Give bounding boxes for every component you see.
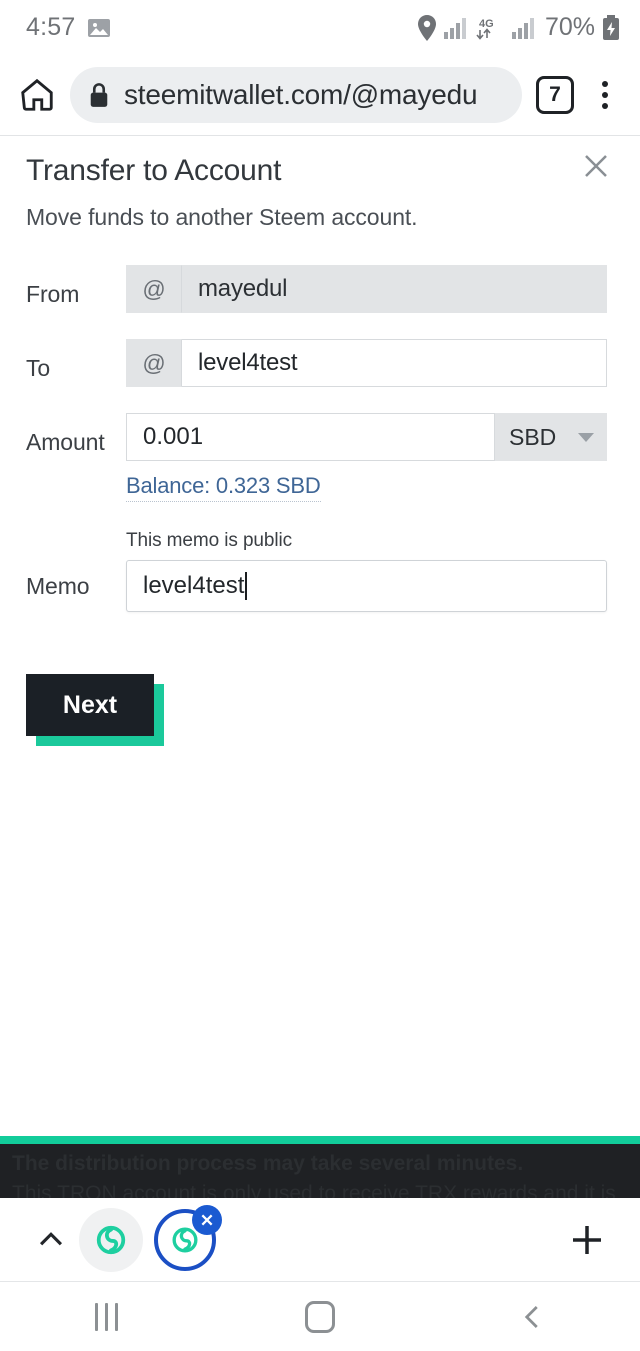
image-icon [87, 16, 111, 40]
tab-count-button[interactable]: 7 [536, 76, 574, 114]
svg-text:4G: 4G [479, 18, 494, 30]
currency-select[interactable]: SBD [495, 413, 607, 461]
from-at-prefix: @ [126, 265, 182, 313]
to-control: @ level4test [126, 339, 607, 387]
next-button[interactable]: Next [26, 674, 154, 736]
text-cursor [245, 572, 248, 600]
amount-input[interactable]: 0.001 [126, 413, 495, 461]
browser-toolbar: steemitwallet.com/@mayedu 7 [0, 55, 640, 135]
memo-row: Memo level4test [0, 560, 640, 612]
kebab-menu-icon[interactable] [588, 81, 622, 109]
home-square-icon[interactable] [275, 1287, 365, 1347]
location-pin-icon [417, 14, 437, 41]
steemit-logo-icon [96, 1225, 126, 1254]
amount-label: Amount [26, 429, 105, 455]
page-title: Transfer to Account [26, 154, 282, 187]
memo-label: Memo [26, 572, 90, 599]
lock-icon [88, 82, 110, 108]
tron-notice-banner: The distribution process may take severa… [0, 1136, 640, 1198]
url-text: steemitwallet.com/@mayedu [124, 79, 478, 110]
page-content: Transfer to Account Move funds to anothe… [0, 136, 640, 1136]
back-chevron-icon[interactable] [488, 1287, 578, 1347]
to-at-prefix: @ [126, 339, 182, 387]
memo-input: level4test [143, 572, 245, 599]
chevron-up-icon[interactable] [28, 1223, 74, 1257]
battery-charging-icon [602, 14, 620, 41]
tab-count-label: 7 [549, 83, 561, 106]
tron-notice-line1: The distribution process may take severa… [12, 1152, 524, 1175]
to-input-group: @ level4test [126, 339, 607, 387]
to-row: To @ level4test [0, 339, 640, 387]
memo-input-wrapper[interactable]: level4test [126, 560, 607, 612]
recents-icon[interactable] [62, 1287, 152, 1347]
balance-link[interactable]: Balance: 0.323 SBD [126, 473, 321, 502]
home-icon[interactable] [18, 76, 56, 114]
amount-control: 0.001 SBD Balance: 0.323 SBD [126, 413, 607, 502]
signal-bars-icon [443, 17, 468, 39]
data-transfer-icon: 4G [475, 16, 505, 40]
signal-bars-2-icon [511, 17, 536, 39]
from-label: From [26, 281, 80, 307]
close-badge-icon[interactable] [192, 1204, 222, 1235]
currency-value: SBD [509, 423, 557, 450]
amount-input-group: 0.001 SBD [126, 413, 607, 461]
page-subtitle: Move funds to another Steem account. [26, 204, 418, 230]
home-glyph [304, 1301, 335, 1333]
address-bar[interactable]: steemitwallet.com/@mayedu [70, 67, 522, 123]
status-bar: 4:57 4G 70% [0, 0, 640, 55]
tab-strip [0, 1198, 640, 1282]
submit-row: Next [0, 612, 640, 736]
tron-notice-line2: This TRON account is only used to receiv… [12, 1182, 616, 1198]
chevron-down-icon [578, 432, 594, 442]
recents-glyph [95, 1303, 119, 1331]
steemit-tab-inactive[interactable] [74, 1203, 148, 1277]
status-bar-right: 4G 70% [417, 13, 620, 42]
phone-screen: 4:57 4G 70% steemitwallet.com/@mayedu 7 … [0, 0, 640, 1351]
close-icon[interactable] [576, 146, 616, 186]
from-input-group: @ mayedul [126, 265, 607, 313]
to-label: To [26, 355, 51, 381]
from-control: @ mayedul [126, 265, 607, 313]
memo-hint-row: This memo is public [0, 530, 640, 558]
status-time: 4:57 [26, 13, 76, 41]
new-tab-button[interactable] [562, 1219, 612, 1261]
amount-row: Amount 0.001 SBD Balance: 0.323 SBD [0, 413, 640, 502]
from-row: From @ mayedul [0, 265, 640, 313]
transfer-form: From @ mayedul To @ level4test Amount 0.… [0, 265, 640, 736]
steemit-tab-active[interactable] [148, 1203, 222, 1277]
battery-percent: 70% [544, 13, 595, 41]
to-account-input[interactable]: level4test [182, 339, 607, 387]
android-nav-bar [0, 1283, 640, 1351]
page-header: Transfer to Account Move funds to anothe… [0, 136, 640, 231]
status-bar-left: 4:57 [26, 13, 111, 42]
memo-hint: This memo is public [126, 530, 292, 551]
tab-bubble [79, 1207, 143, 1272]
memo-section: This memo is public Memo level4test [0, 530, 640, 612]
from-account-input[interactable]: mayedul [182, 265, 607, 313]
